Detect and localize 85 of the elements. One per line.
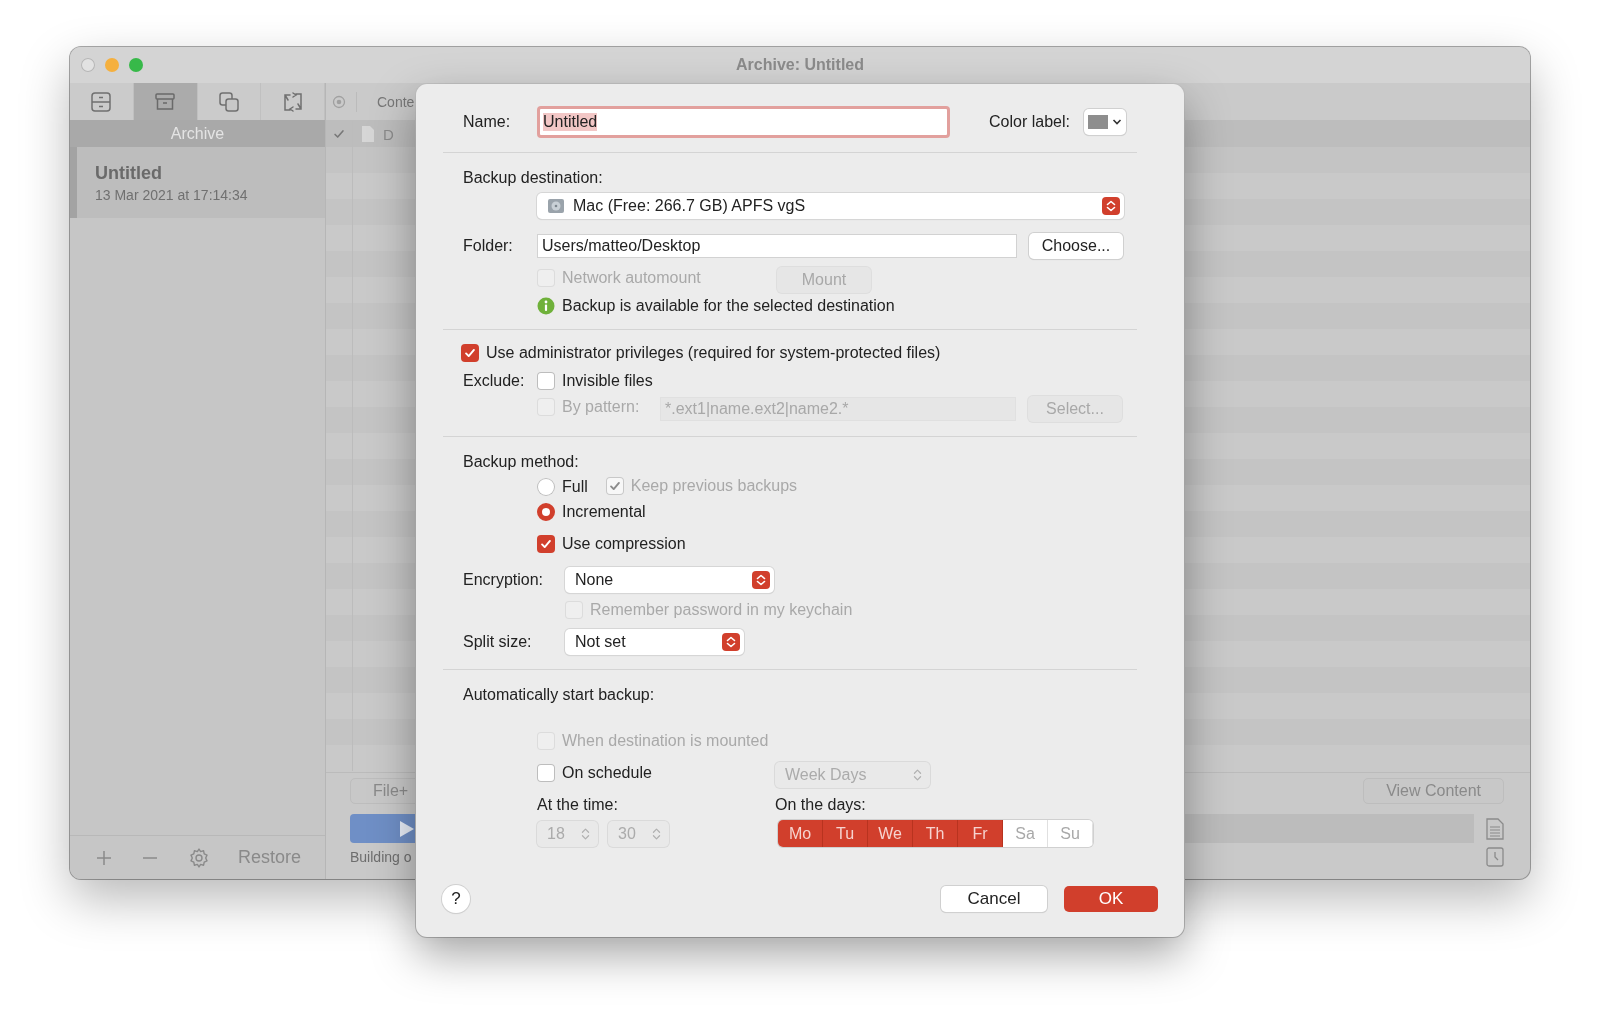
- day-toggle[interactable]: Mo: [778, 820, 823, 847]
- item-title: Untitled: [95, 162, 163, 184]
- checkbox[interactable]: [537, 764, 555, 782]
- day-toggle[interactable]: Fr: [958, 820, 1003, 847]
- cancel-button[interactable]: Cancel: [941, 886, 1047, 912]
- up-down-arrows-icon: [752, 571, 770, 589]
- target-icon: [332, 94, 346, 109]
- field-label: Name:: [463, 113, 512, 131]
- field-label: On the days:: [775, 796, 866, 814]
- sync-arrows-icon: [281, 90, 304, 113]
- item-date: 13 Mar 2021 at 17:14:34: [95, 186, 249, 203]
- up-down-arrows-icon: [913, 768, 922, 782]
- field-label: Folder:: [463, 237, 514, 255]
- destination-popup[interactable]: Mac (Free: 266.7 GB) APFS vgS: [537, 193, 1124, 219]
- popup-value: Not set: [575, 633, 626, 651]
- column-header[interactable]: Conte: [377, 93, 415, 110]
- radio-button[interactable]: [537, 503, 555, 521]
- checkbox[interactable]: [461, 344, 479, 362]
- split-size-popup[interactable]: Not set: [565, 629, 744, 655]
- sidebar-tab[interactable]: [133, 83, 198, 120]
- info-icon: [537, 297, 555, 315]
- checkbox-label: Use compression: [562, 535, 686, 553]
- field-label: Color label:: [989, 113, 1070, 131]
- checkbox-label: Use administrator privileges (required for system-protected files): [486, 344, 941, 362]
- checkbox[interactable]: [537, 372, 555, 390]
- radio-label: Incremental: [562, 503, 646, 521]
- archive-box-icon: [154, 90, 177, 113]
- section-label: Backup destination:: [463, 169, 604, 187]
- checkbox-label: Invisible files: [562, 372, 653, 390]
- day-toggle[interactable]: Su: [1048, 820, 1093, 847]
- file-icon: [361, 125, 375, 143]
- overlapping-squares-icon: [217, 90, 240, 113]
- popup-value: Mac (Free: 266.7 GB) APFS vgS: [573, 197, 806, 215]
- checkmark-icon: [539, 537, 553, 551]
- radio-label: Full: [562, 478, 588, 496]
- choose-button[interactable]: Choose...: [1029, 233, 1123, 259]
- archive-list-item[interactable]: Untitled 13 Mar 2021 at 17:14:34: [70, 147, 325, 218]
- popup-value: None: [575, 571, 614, 589]
- status-text: Building o: [350, 849, 412, 865]
- field-label: Split size:: [463, 633, 533, 651]
- day-toggle[interactable]: Sa: [1003, 820, 1048, 847]
- plus-icon[interactable]: [96, 849, 112, 866]
- field-label: Encryption:: [463, 571, 545, 589]
- checkmark-icon: [463, 346, 477, 360]
- folder-field[interactable]: Users/matteo/Desktop: [537, 234, 1017, 258]
- name-field[interactable]: Untitled: [537, 106, 950, 138]
- section-label: Backup method:: [463, 453, 580, 471]
- checkbox-label: When destination is mounted: [562, 732, 769, 750]
- checkmark-icon: [607, 479, 622, 493]
- cabinet-icon: [90, 90, 113, 113]
- up-down-arrows-icon: [581, 826, 590, 841]
- color-label-popup[interactable]: [1084, 109, 1126, 135]
- checkbox-label: Keep previous backups: [630, 477, 798, 495]
- up-down-arrows-icon: [722, 633, 740, 651]
- day-toggle[interactable]: We: [868, 820, 913, 847]
- close-button[interactable]: [81, 58, 95, 72]
- checkbox[interactable]: [537, 535, 555, 553]
- checkbox-label: By pattern:: [562, 398, 640, 416]
- section-label: Automatically start backup:: [463, 686, 656, 704]
- settings-icon[interactable]: [188, 846, 210, 869]
- radio-button[interactable]: [537, 478, 555, 496]
- field-label: Exclude:: [463, 372, 526, 390]
- play-icon: [400, 820, 414, 837]
- up-down-arrows-icon: [652, 826, 661, 841]
- day-toggle[interactable]: Th: [913, 820, 958, 847]
- window-title: Archive: Untitled: [736, 56, 864, 74]
- info-message: Backup is available for the selected destination: [562, 297, 895, 315]
- checkbox-label: Network automount: [562, 269, 701, 287]
- help-button[interactable]: ?: [442, 885, 470, 913]
- view-content-button[interactable]: View Content: [1363, 778, 1504, 804]
- checkbox-label: Remember password in my keychain: [590, 601, 853, 619]
- document-icon[interactable]: [1486, 817, 1504, 840]
- chevron-down-icon: [1112, 118, 1122, 126]
- zoom-button[interactable]: [129, 58, 143, 72]
- day-toggle[interactable]: Tu: [823, 820, 868, 847]
- ok-button[interactable]: OK: [1064, 886, 1158, 912]
- minimize-button[interactable]: [105, 58, 119, 72]
- section-header: Archive: [70, 120, 325, 147]
- restore-button[interactable]: Restore: [238, 847, 302, 868]
- checkbox[interactable]: [332, 127, 346, 141]
- up-down-arrows-icon: [1102, 197, 1120, 215]
- clock-icon[interactable]: [1486, 847, 1504, 867]
- field-label: At the time:: [537, 796, 619, 814]
- checkbox-label: On schedule: [562, 764, 652, 782]
- encryption-popup[interactable]: None: [565, 567, 774, 593]
